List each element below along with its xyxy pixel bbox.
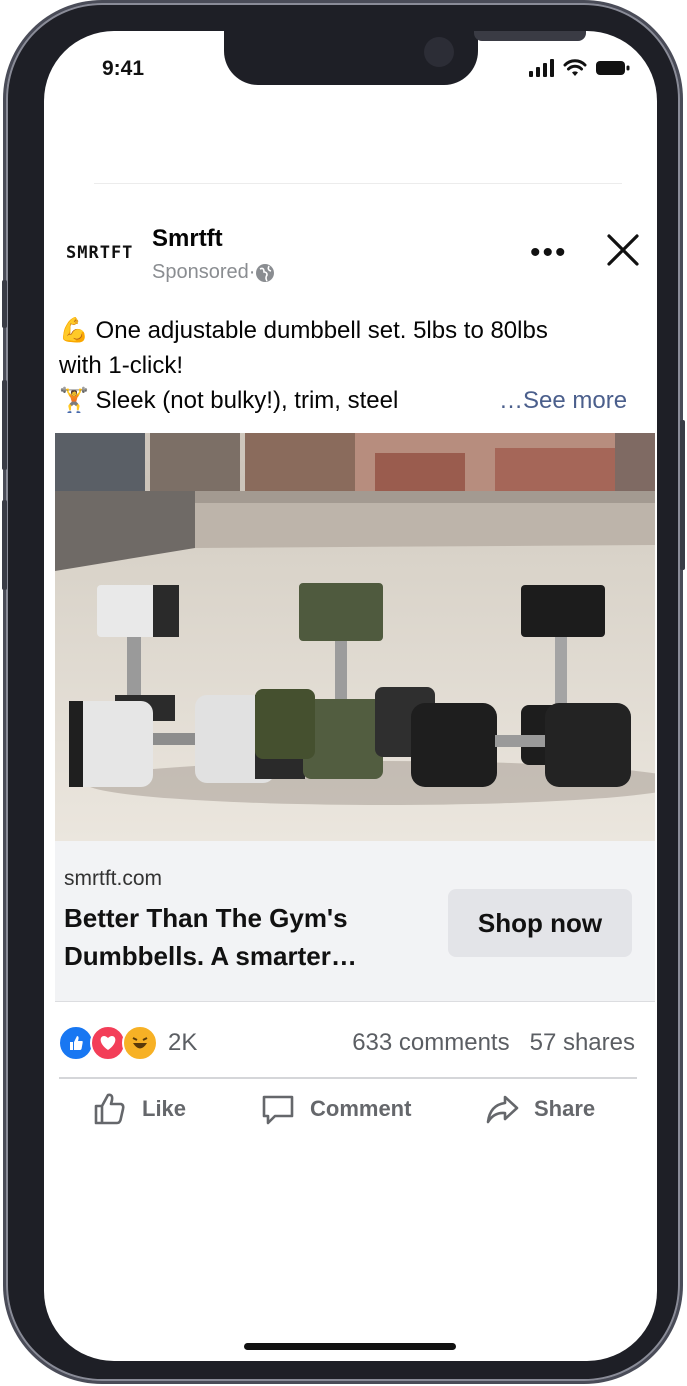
comments-count[interactable]: 633 comments [352,1029,509,1057]
phone-screen: 9:41 SMRTFT Smrtft Sponsored · ••• 💪 One… [44,31,657,1361]
power-button [680,420,685,570]
post-text-line: 💪 One adjustable dumbbell set. 5lbs to 8… [59,317,548,344]
reactions-summary[interactable]: 2K [58,1025,197,1061]
notch [224,31,586,85]
post-actions: Like Comment Share [44,1091,657,1143]
share-button[interactable]: Share [484,1091,595,1127]
link-headline: Better Than The Gym's Dumbbells. A smart… [64,899,424,975]
link-domain: smrtft.com [64,867,162,890]
reaction-count: 2K [168,1029,198,1056]
signal-icon [529,59,554,77]
like-reaction-icon [58,1025,94,1061]
feed-divider [94,183,622,184]
divider [55,1001,655,1002]
comment-icon [262,1095,294,1125]
link-headline-line: Better Than The Gym's [64,903,348,933]
like-button[interactable]: Like [92,1091,186,1127]
status-time: 9:41 [102,57,145,80]
link-preview[interactable]: smrtft.com Better Than The Gym's Dumbbel… [55,841,655,1001]
volume-up-button [2,380,7,470]
share-arrow-icon [486,1095,519,1124]
speaker [474,31,586,41]
haha-reaction-icon [122,1025,158,1061]
post-header: SMRTFT Smrtft Sponsored · ••• [44,221,657,291]
sponsored-label-row: Sponsored · [152,261,275,284]
shop-now-button[interactable]: Shop now [448,889,632,957]
shares-count[interactable]: 57 shares [530,1029,635,1057]
thumbs-up-icon [94,1093,125,1125]
dumbbells-photo [55,433,655,841]
status-icons [529,59,631,77]
page-name[interactable]: Smrtft [152,225,223,253]
post-text-line: with 1-click! [59,352,184,379]
close-icon[interactable] [606,233,640,267]
camera-lens [424,37,454,67]
page-logo[interactable]: SMRTFT [66,243,133,263]
mute-switch [2,280,7,328]
post-text: 💪 One adjustable dumbbell set. 5lbs to 8… [59,313,629,418]
ad-image[interactable] [55,433,655,841]
phone-frame: 9:41 SMRTFT Smrtft Sponsored · ••• 💪 One… [6,3,680,1381]
globe-icon [256,263,275,282]
engagement-counts: 633 comments 57 shares [352,1029,635,1057]
battery-icon [596,61,630,75]
comment-label: Comment [310,1096,412,1121]
wifi-icon [563,59,587,76]
sponsored-separator: · [248,261,256,283]
more-options-button[interactable]: ••• [530,238,568,268]
like-label: Like [142,1096,187,1121]
share-label: Share [534,1096,596,1121]
volume-down-button [2,500,7,590]
see-more-link[interactable]: …See more [499,383,627,418]
sponsored-label: Sponsored [152,261,249,283]
home-indicator[interactable] [244,1343,456,1350]
love-reaction-icon [90,1025,126,1061]
link-headline-line: Dumbbells. A smarter… [64,941,357,971]
divider [59,1077,637,1079]
comment-button[interactable]: Comment [260,1091,411,1127]
